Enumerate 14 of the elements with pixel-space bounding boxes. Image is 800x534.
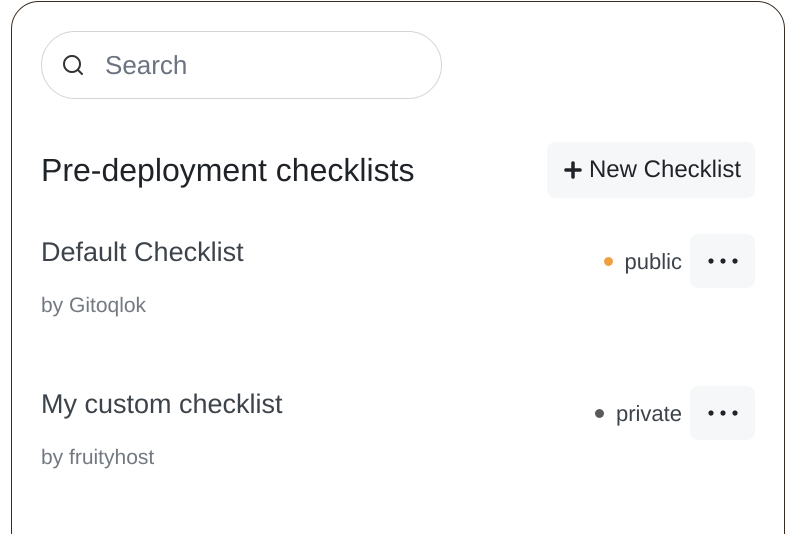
more-options-button[interactable]	[690, 386, 755, 440]
checklist-author: by fruityhost	[41, 445, 156, 471]
search-field[interactable]: Search	[41, 31, 442, 99]
more-icon	[708, 410, 738, 416]
section-title: Pre-deployment checklists	[41, 151, 414, 190]
checklist-title[interactable]: My custom checklist	[41, 388, 283, 422]
visibility-label: public	[624, 248, 682, 276]
more-options-button[interactable]	[690, 234, 755, 288]
checklist-title[interactable]: Default Checklist	[41, 236, 244, 270]
search-icon	[61, 53, 85, 77]
checklist-author: by Gitoqlok	[41, 292, 148, 319]
visibility-label: private	[616, 400, 682, 428]
new-checklist-button[interactable]: New Checklist	[546, 142, 755, 198]
more-icon	[708, 258, 738, 264]
